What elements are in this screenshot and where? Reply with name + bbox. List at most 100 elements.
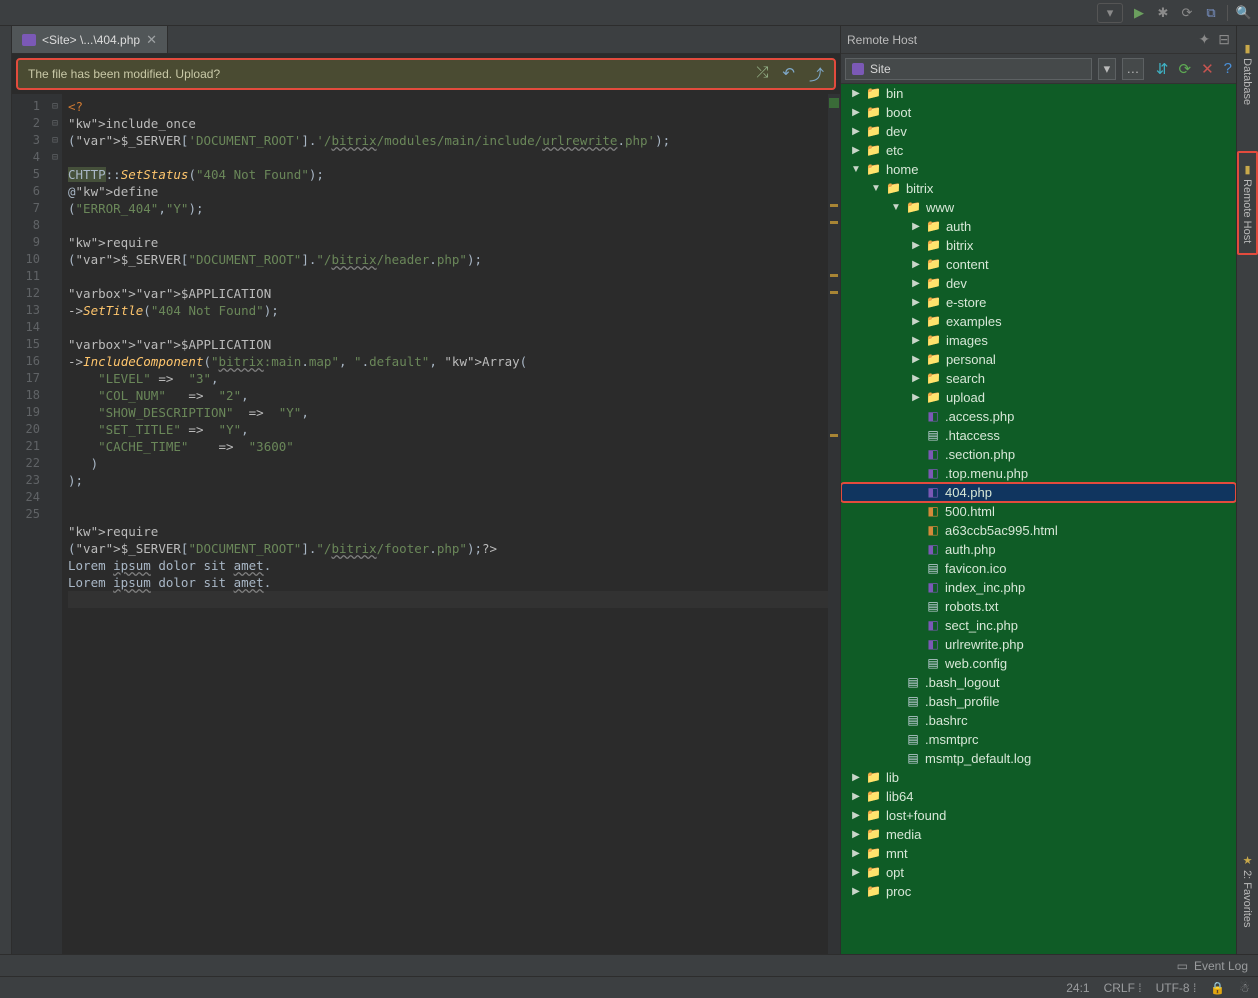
tree-node[interactable]: ◧.top.menu.php (841, 464, 1236, 483)
revert-icon[interactable]: ↶ (782, 64, 795, 85)
tree-label: proc (886, 882, 911, 901)
tree-label: upload (946, 388, 985, 407)
rail-database[interactable]: ▮ Database (1239, 36, 1256, 111)
tree-node[interactable]: ▶📁dev (841, 122, 1236, 141)
tree-node[interactable]: ◧urlrewrite.php (841, 635, 1236, 654)
upload-icon[interactable]: ⤴ (809, 64, 824, 85)
disconnect-icon[interactable]: ✕ (1201, 60, 1214, 78)
settings-icon[interactable]: ✦ (1199, 31, 1211, 48)
compare-icon[interactable]: ⤮ (756, 64, 768, 85)
help-icon[interactable]: ? (1224, 60, 1232, 78)
tree-node[interactable]: ▶📁lost+found (841, 806, 1236, 825)
tree-node[interactable]: ▤web.config (841, 654, 1236, 673)
file-icon: ▤ (906, 711, 920, 730)
file-icon: ◧ (926, 464, 940, 483)
file-icon: ▤ (906, 749, 920, 768)
event-log-icon: ▭ (1177, 959, 1188, 973)
deployment-dropdown[interactable]: ▾ (1098, 58, 1116, 80)
tree-node[interactable]: ▶📁content (841, 255, 1236, 274)
file-icon: ◧ (926, 616, 940, 635)
tree-node[interactable]: ▶📁bitrix (841, 236, 1236, 255)
coverage-icon[interactable]: ⟳ (1179, 5, 1195, 21)
tree-node[interactable]: ▶📁mnt (841, 844, 1236, 863)
tab-404-php[interactable]: <Site> \...\404.php ✕ (12, 26, 168, 53)
tree-label: sect_inc.php (945, 616, 1018, 635)
rail-remote-host[interactable]: ▮ Remote Host (1237, 151, 1258, 255)
tree-node[interactable]: ▶📁auth (841, 217, 1236, 236)
tree-node[interactable]: ▶📁dev (841, 274, 1236, 293)
tree-node[interactable]: ▶📁lib64 (841, 787, 1236, 806)
tree-node[interactable]: ◧index_inc.php (841, 578, 1236, 597)
code-area[interactable]: <?"kw">include_once("var">$_SERVER['DOCU… (62, 94, 828, 954)
tree-node[interactable]: ◧auth.php (841, 540, 1236, 559)
search-icon[interactable]: 🔍 (1236, 5, 1252, 21)
tree-label: auth (946, 217, 971, 236)
run-config-selector[interactable]: ▾ (1097, 3, 1123, 23)
tree-node[interactable]: ▶📁media (841, 825, 1236, 844)
hector-icon[interactable]: ☃ (1239, 981, 1250, 995)
tree-node[interactable]: ▤msmtp_default.log (841, 749, 1236, 768)
remote-file-tree[interactable]: ▶📁bin▶📁boot▶📁dev▶📁etc▼📁home▼📁bitrix▼📁www… (841, 84, 1236, 954)
tree-node[interactable]: ▶📁examples (841, 312, 1236, 331)
close-tab-icon[interactable]: ✕ (146, 32, 157, 48)
tree-node[interactable]: ▶📁upload (841, 388, 1236, 407)
tree-node[interactable]: ▶📁images (841, 331, 1236, 350)
code-editor[interactable]: 1234567891011121314151617181920212223242… (12, 94, 840, 954)
status-line-separator[interactable]: CRLF ⁞ (1104, 981, 1142, 995)
tree-node[interactable]: ▼📁bitrix (841, 179, 1236, 198)
tree-node[interactable]: ▤.htaccess (841, 426, 1236, 445)
file-icon: ◧ (926, 578, 940, 597)
tree-node[interactable]: ▶📁proc (841, 882, 1236, 901)
tree-node[interactable]: ▤.msmtprc (841, 730, 1236, 749)
tree-node[interactable]: ▶📁boot (841, 103, 1236, 122)
profile-icon[interactable]: ⧉ (1203, 5, 1219, 21)
event-log-bar[interactable]: ▭ Event Log (0, 954, 1258, 976)
tree-node[interactable]: ▤.bash_profile (841, 692, 1236, 711)
tree-node[interactable]: ▼📁home (841, 160, 1236, 179)
tree-label: opt (886, 863, 904, 882)
tree-node[interactable]: ▶📁etc (841, 141, 1236, 160)
tree-node[interactable]: ▤robots.txt (841, 597, 1236, 616)
tree-node[interactable]: ▤.bashrc (841, 711, 1236, 730)
tree-node[interactable]: ▤.bash_logout (841, 673, 1236, 692)
status-encoding[interactable]: UTF-8 ⁞ (1156, 981, 1197, 995)
lock-icon[interactable]: 🔒 (1210, 981, 1225, 995)
tree-node[interactable]: ◧404.php (841, 483, 1236, 502)
tree-node[interactable]: ◧a63ccb5ac995.html (841, 521, 1236, 540)
tree-node[interactable]: ◧500.html (841, 502, 1236, 521)
status-position[interactable]: 24:1 (1066, 981, 1089, 995)
notification-text: The file has been modified. Upload? (28, 67, 220, 81)
tree-label: .msmtprc (925, 730, 978, 749)
tree-node[interactable]: ◧.section.php (841, 445, 1236, 464)
tree-node[interactable]: ▤favicon.ico (841, 559, 1236, 578)
line-gutter: 1234567891011121314151617181920212223242… (12, 94, 48, 954)
tree-node[interactable]: ◧ sect_inc.php (841, 616, 1236, 635)
hide-icon[interactable]: ⊟ (1218, 31, 1230, 48)
chevron-down-icon: ▾ (1102, 5, 1118, 21)
left-gutter-rail (0, 26, 12, 954)
folder-icon: 📁 (866, 141, 881, 160)
refresh-icon[interactable]: ⟳ (1179, 60, 1192, 78)
tree-node[interactable]: ▼📁www (841, 198, 1236, 217)
error-stripe[interactable] (828, 94, 840, 954)
diff-icon[interactable]: ⇵ (1156, 60, 1169, 78)
tree-node[interactable]: ▶📁lib (841, 768, 1236, 787)
tree-node[interactable]: ▶📁search (841, 369, 1236, 388)
tree-label: bin (886, 84, 903, 103)
folder-icon: 📁 (926, 236, 941, 255)
file-icon: ◧ (926, 521, 940, 540)
folder-icon: 📁 (866, 882, 881, 901)
tree-node[interactable]: ▶📁opt (841, 863, 1236, 882)
run-icon[interactable]: ▶ (1131, 5, 1147, 21)
tree-node[interactable]: ▶📁bin (841, 84, 1236, 103)
folder-icon: 📁 (866, 103, 881, 122)
rail-favorites[interactable]: ★ 2: Favorites (1239, 848, 1256, 934)
tree-label: favicon.ico (945, 559, 1006, 578)
tree-node[interactable]: ▶📁e-store (841, 293, 1236, 312)
deployment-more[interactable]: … (1122, 58, 1144, 80)
tree-node[interactable]: ▶📁personal (841, 350, 1236, 369)
debug-icon[interactable]: ✱ (1155, 5, 1171, 21)
deployment-select[interactable]: Site (845, 58, 1092, 80)
file-icon: ▤ (906, 692, 920, 711)
tree-node[interactable]: ◧.access.php (841, 407, 1236, 426)
